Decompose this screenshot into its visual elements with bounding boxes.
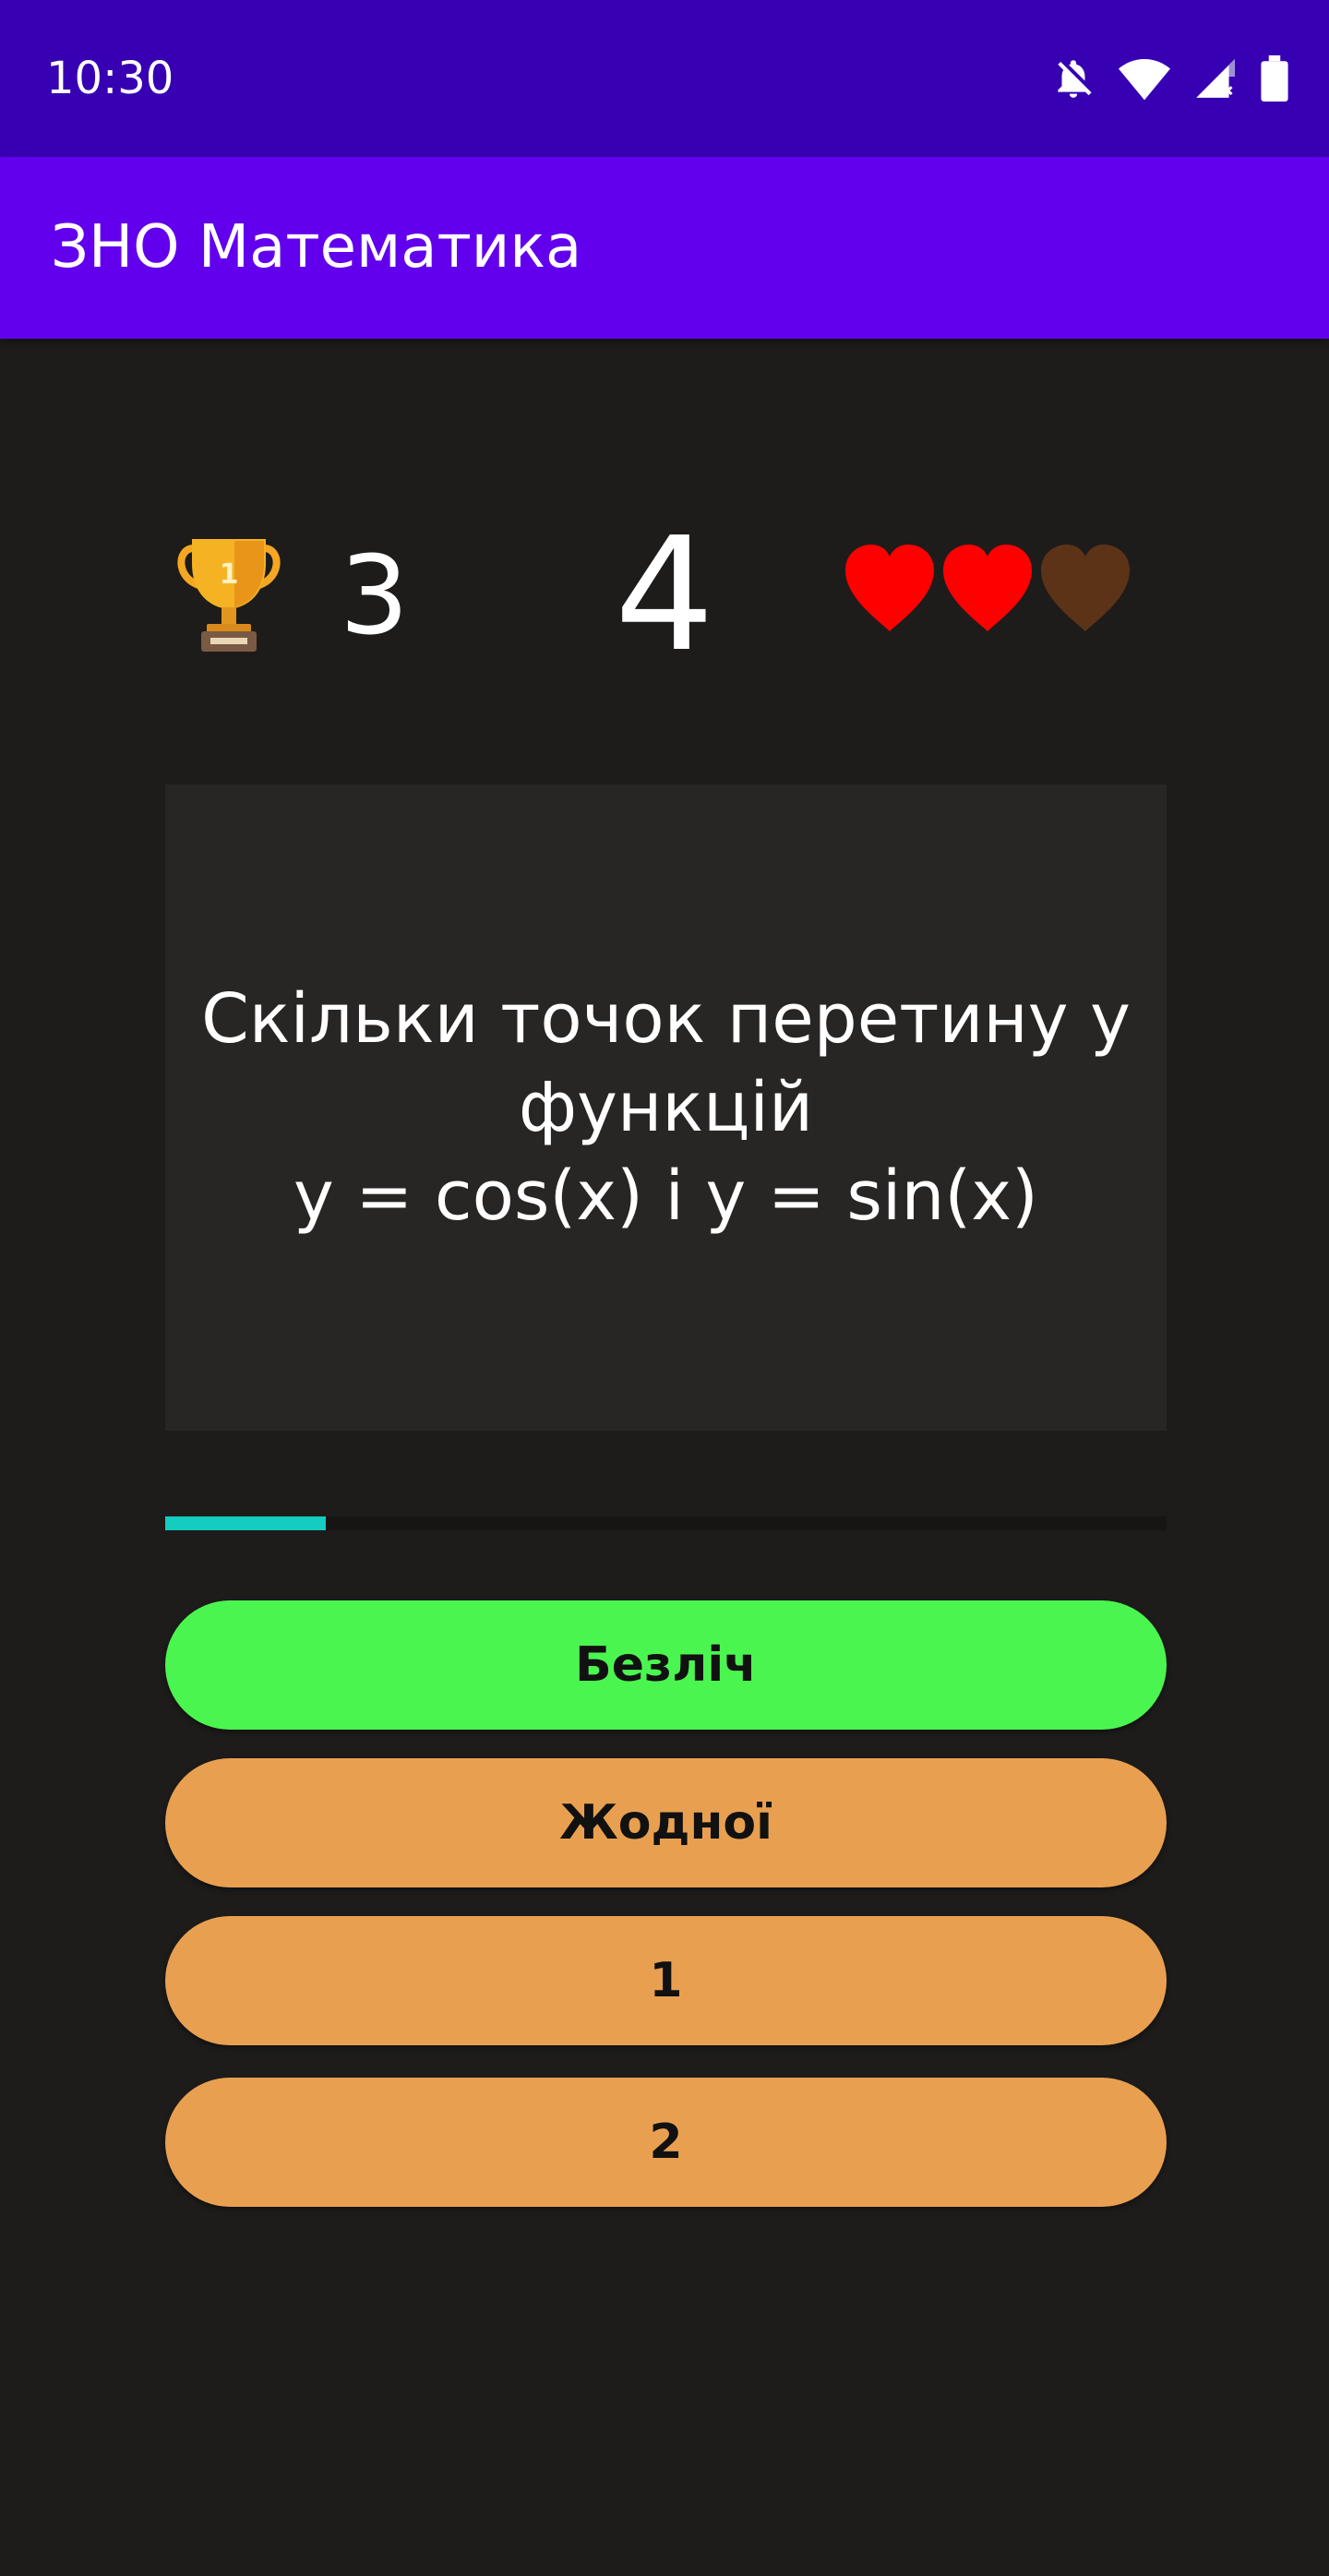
signal-no-service-icon (1196, 59, 1235, 98)
heart-full-icon (943, 545, 1032, 631)
timer-progress-fill (165, 1516, 326, 1530)
answer-button-3[interactable]: 1 (165, 1916, 1167, 2045)
question-card: Скільки точок перетину у функцій y = cos… (165, 785, 1167, 1431)
svg-text:1: 1 (220, 558, 239, 591)
question-number: 4 (614, 504, 715, 687)
trophy-icon: 1 (177, 539, 281, 652)
heart-empty-icon (1041, 545, 1130, 631)
heart-full-icon (845, 545, 934, 631)
status-time: 10:30 (46, 53, 174, 104)
wifi-icon (1119, 59, 1170, 101)
answer-button-4[interactable]: 2 (165, 2078, 1167, 2207)
notifications-off-icon (1058, 60, 1092, 98)
answer-button-1[interactable]: Безліч (165, 1600, 1167, 1730)
timer-progress-bar (165, 1516, 1167, 1530)
app-bar: ЗНО Математика (0, 157, 1329, 339)
status-icons (1050, 54, 1288, 103)
battery-icon (1261, 55, 1288, 102)
answer-button-2[interactable]: Жодної (165, 1758, 1167, 1887)
score-value: 3 (340, 532, 410, 659)
lives-hearts (844, 545, 1131, 633)
question-text: Скільки точок перетину у функцій y = cos… (201, 979, 1131, 1236)
app-title: ЗНО Математика (51, 213, 582, 282)
stats-row: 1 3 4 (0, 508, 1329, 683)
status-bar: 10:30 (0, 0, 1329, 157)
